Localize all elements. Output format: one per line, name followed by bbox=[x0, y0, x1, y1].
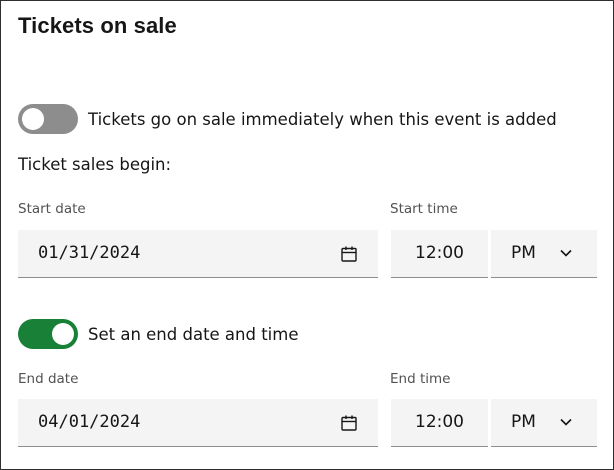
end-period-select[interactable]: PM bbox=[491, 399, 597, 447]
start-date-input[interactable]: 01/31/2024 bbox=[18, 230, 378, 278]
sales-begin-heading: Ticket sales begin: bbox=[18, 155, 172, 174]
immediate-toggle-row: Tickets go on sale immediately when this… bbox=[18, 104, 557, 134]
chevron-down-icon bbox=[560, 249, 572, 257]
calendar-icon[interactable] bbox=[340, 414, 358, 432]
start-period-value: PM bbox=[511, 243, 536, 263]
toggle-knob bbox=[52, 323, 74, 345]
end-time-label: End time bbox=[390, 371, 451, 387]
end-date-input[interactable]: 04/01/2024 bbox=[18, 399, 378, 447]
end-date-toggle[interactable] bbox=[18, 319, 78, 349]
start-time-value: 12:00 bbox=[415, 243, 464, 263]
start-time-input[interactable]: 12:00 bbox=[391, 230, 488, 278]
start-date-value: 01/31/2024 bbox=[38, 243, 141, 263]
end-date-toggle-label: Set an end date and time bbox=[88, 324, 299, 344]
end-time-value: 12:00 bbox=[415, 412, 464, 432]
start-time-label: Start time bbox=[390, 201, 458, 217]
panel-title: Tickets on sale bbox=[18, 13, 177, 38]
end-date-value: 04/01/2024 bbox=[38, 412, 141, 432]
start-date-label: Start date bbox=[18, 201, 86, 217]
immediate-sale-toggle[interactable] bbox=[18, 104, 78, 134]
immediate-sale-label: Tickets go on sale immediately when this… bbox=[88, 109, 557, 129]
end-period-value: PM bbox=[511, 412, 536, 432]
end-date-label: End date bbox=[18, 371, 79, 387]
chevron-down-icon bbox=[560, 418, 572, 426]
start-period-select[interactable]: PM bbox=[491, 230, 597, 278]
end-time-input[interactable]: 12:00 bbox=[391, 399, 488, 447]
calendar-icon[interactable] bbox=[340, 245, 358, 263]
toggle-knob bbox=[22, 108, 44, 130]
tickets-panel: Tickets on sale Tickets go on sale immed… bbox=[0, 0, 614, 470]
end-toggle-row: Set an end date and time bbox=[18, 319, 299, 349]
